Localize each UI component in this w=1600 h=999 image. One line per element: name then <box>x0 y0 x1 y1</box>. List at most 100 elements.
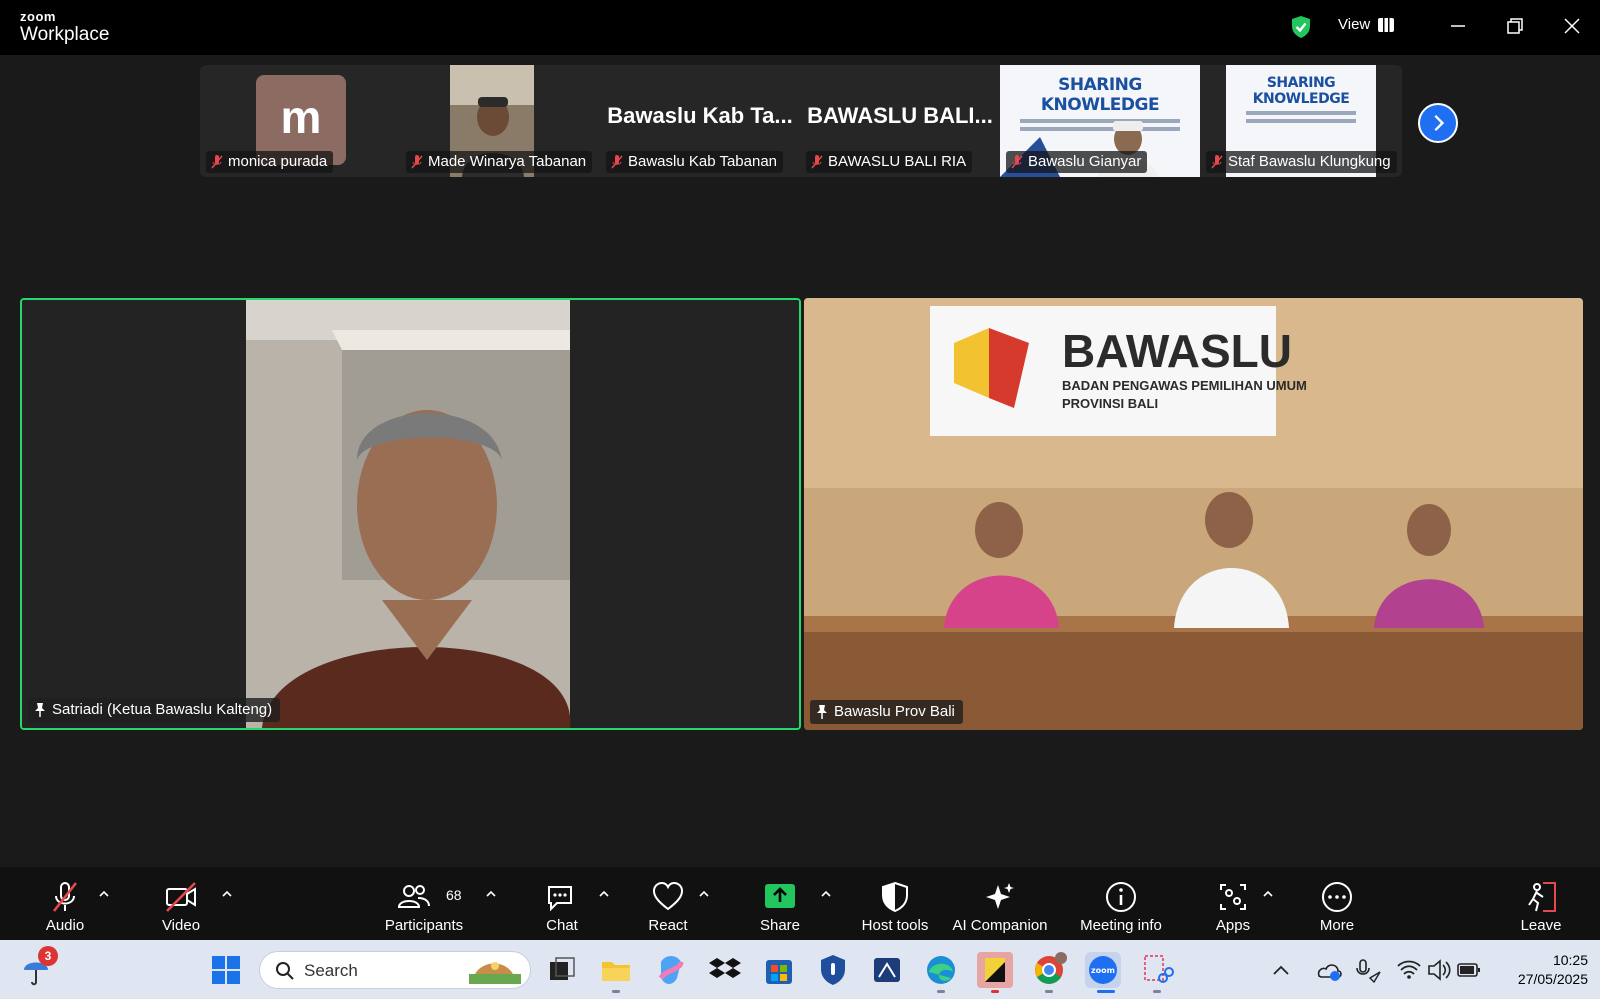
snipping-tool-icon[interactable] <box>1137 950 1177 990</box>
microsoft-store-icon[interactable] <box>759 950 799 990</box>
pin-icon <box>817 705 827 719</box>
video-tile[interactable]: BAWASLU BADAN PENGAWAS PEMILIHAN UMUM PR… <box>804 298 1583 730</box>
zoom-window: zoom Workplace View m monica purada Made… <box>0 0 1600 999</box>
host-tools-button[interactable]: Host tools <box>853 867 937 940</box>
next-page-icon[interactable] <box>1418 103 1458 143</box>
participants-count: 68 <box>446 887 462 903</box>
participant-name-text: Bawaslu Kab Tabanan <box>628 153 778 170</box>
react-label: React <box>648 917 688 934</box>
video-off-icon <box>166 882 196 912</box>
more-button[interactable]: More <box>1302 867 1372 940</box>
clock-date: 27/05/2025 <box>1517 971 1588 987</box>
participant-thumbnail[interactable]: Bawaslu Kab Ta... Bawaslu Kab Tabanan <box>600 65 800 177</box>
banner-subtitle: PROVINSI BALI <box>1062 396 1159 411</box>
share-label: Share <box>759 917 801 934</box>
microphone-location-icon[interactable] <box>1354 950 1382 990</box>
copilot-icon[interactable] <box>651 950 691 990</box>
host-tools-label: Host tools <box>861 917 929 934</box>
weather-badge: 3 <box>38 946 58 966</box>
participant-strip: m monica purada Made Winarya Tabanan Baw… <box>200 65 1402 177</box>
running-indicator <box>612 990 620 993</box>
security-shield-icon[interactable] <box>813 950 853 990</box>
video-button[interactable]: Video <box>146 867 216 940</box>
pin-icon <box>35 703 45 717</box>
slide-title: SHARING KNOWLEDGE <box>1252 75 1350 107</box>
video-label: Video <box>161 917 201 934</box>
banner-text: BAWASLU BADAN PENGAWAS PEMILIHAN UMUM PR… <box>1062 328 1307 411</box>
apps-label: Apps <box>1215 917 1251 934</box>
participant-thumbnail[interactable]: SHARING KNOWLEDGE Staf Bawaslu Klungkung <box>1200 65 1400 177</box>
react-button[interactable]: React <box>633 867 703 940</box>
edge-browser-icon[interactable] <box>921 950 961 990</box>
slide-text-line <box>1246 119 1356 123</box>
participants-icon <box>397 885 430 908</box>
slide-title: SHARING KNOWLEDGE <box>1040 75 1160 115</box>
apps-button[interactable]: Apps <box>1198 867 1268 940</box>
task-view-icon[interactable] <box>542 950 582 990</box>
app-logo: zoom Workplace <box>20 10 109 44</box>
audio-options-caret-icon[interactable] <box>98 889 110 899</box>
chat-label: Chat <box>546 917 578 934</box>
participant-name-text: Bawaslu Prov Bali <box>834 703 955 720</box>
show-hidden-icons-icon[interactable] <box>1270 950 1292 990</box>
participant-thumbnail[interactable]: Made Winarya Tabanan <box>400 65 600 177</box>
onedrive-status-icon[interactable] <box>1316 950 1342 990</box>
app-window-icon[interactable] <box>867 950 907 990</box>
mic-muted-icon <box>811 155 823 169</box>
participant-thumbnail[interactable]: BAWASLU BALI... BAWASLU BALI RIA <box>800 65 1000 177</box>
share-button[interactable]: Share <box>745 867 815 940</box>
windows-start-icon[interactable] <box>206 950 246 990</box>
running-indicator <box>937 990 945 993</box>
view-button[interactable]: View <box>1338 16 1395 33</box>
system-clock[interactable]: 10:25 27/05/2025 <box>1488 951 1588 989</box>
heart-icon <box>652 881 684 911</box>
volume-icon[interactable] <box>1426 950 1452 990</box>
meeting-stage: m monica purada Made Winarya Tabanan Baw… <box>0 55 1600 867</box>
video-options-caret-icon[interactable] <box>221 889 233 899</box>
more-label: More <box>1319 917 1355 934</box>
view-label: View <box>1338 16 1371 33</box>
dropbox-icon[interactable] <box>705 950 745 990</box>
share-options-caret-icon[interactable] <box>820 889 832 899</box>
zoom-app-icon[interactable]: zoom <box>1083 950 1123 990</box>
video-tile-active-speaker[interactable]: Satriadi (Ketua Bawaslu Kalteng) <box>20 298 801 730</box>
chat-icon <box>548 886 572 912</box>
chat-options-caret-icon[interactable] <box>598 889 610 899</box>
taskbar-search-input[interactable]: Search <box>259 951 531 989</box>
restore-icon[interactable] <box>1503 14 1527 38</box>
meeting-info-button[interactable]: Meeting info <box>1073 867 1169 940</box>
wifi-icon[interactable] <box>1396 950 1422 990</box>
speaker-video <box>22 300 799 728</box>
minimize-icon[interactable] <box>1446 14 1470 38</box>
apps-options-caret-icon[interactable] <box>1262 889 1274 899</box>
participants-button[interactable]: 68 Participants <box>376 867 472 940</box>
search-placeholder: Search <box>304 961 358 980</box>
participant-thumbnail[interactable]: SHARING KNOWLEDGE Bawaslu Gianyar <box>1000 65 1200 177</box>
encryption-shield-icon[interactable] <box>1290 15 1312 39</box>
react-options-caret-icon[interactable] <box>698 889 710 899</box>
participant-name: Bawaslu Prov Bali <box>810 700 963 724</box>
banner-title: BAWASLU <box>1062 325 1292 377</box>
participant-name: Bawaslu Kab Tabanan <box>606 151 784 173</box>
battery-icon[interactable] <box>1456 950 1482 990</box>
chat-button[interactable]: Chat <box>527 867 597 940</box>
sparkle-icon <box>986 883 1014 909</box>
running-indicator <box>991 990 999 993</box>
leave-label: Leave <box>1520 917 1562 934</box>
leave-button[interactable]: Leave <box>1506 867 1576 940</box>
host-shield-icon <box>882 881 908 913</box>
close-icon[interactable] <box>1560 14 1584 38</box>
participant-big-label: BAWASLU BALI... <box>807 103 993 128</box>
participant-name-text: BAWASLU BALI RIA <box>828 153 967 170</box>
ai-companion-button[interactable]: AI Companion <box>950 867 1050 940</box>
file-explorer-icon[interactable] <box>596 950 636 990</box>
sticky-notes-icon[interactable] <box>975 950 1015 990</box>
participants-options-caret-icon[interactable] <box>485 889 497 899</box>
meeting-info-label: Meeting info <box>1080 917 1162 934</box>
audio-button[interactable]: Audio <box>30 867 100 940</box>
apps-icon <box>1220 884 1246 910</box>
participant-thumbnail[interactable]: m monica purada <box>200 65 400 177</box>
mic-muted-icon <box>1211 155 1223 169</box>
chrome-icon[interactable] <box>1029 950 1069 990</box>
participant-name: monica purada <box>206 151 334 173</box>
